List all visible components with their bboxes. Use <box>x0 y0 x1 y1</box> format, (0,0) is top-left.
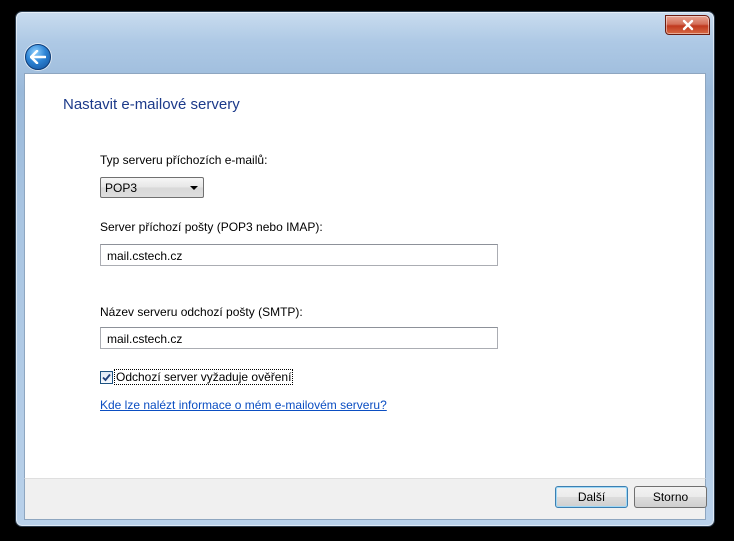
footer-bar: Další Storno <box>24 478 707 520</box>
auth-required-checkbox[interactable] <box>100 371 113 384</box>
help-link[interactable]: Kde lze nalézt informace o mém e-mailové… <box>100 398 387 412</box>
incoming-type-select[interactable]: POP3 <box>100 177 204 198</box>
dialog-window: Nastavit e-mailové servery Typ serveru p… <box>15 11 715 527</box>
checkmark-icon <box>102 373 111 382</box>
next-button[interactable]: Další <box>555 486 628 508</box>
incoming-server-input[interactable]: mail.cstech.cz <box>100 244 498 266</box>
chevron-down-icon <box>190 186 198 190</box>
close-x-icon <box>682 19 693 31</box>
auth-required-label[interactable]: Odchozí server vyžaduje ověření <box>113 369 294 385</box>
content-area: Nastavit e-mailové servery Typ serveru p… <box>24 73 706 479</box>
close-button[interactable] <box>665 15 710 35</box>
incoming-type-label: Typ serveru příchozích e-mailů: <box>100 153 268 167</box>
cancel-button[interactable]: Storno <box>634 486 707 508</box>
back-button[interactable] <box>25 44 51 70</box>
incoming-type-value: POP3 <box>105 181 138 195</box>
incoming-server-label: Server příchozí pošty (POP3 nebo IMAP): <box>100 220 323 234</box>
page-title: Nastavit e-mailové servery <box>63 96 240 113</box>
outgoing-server-input[interactable]: mail.cstech.cz <box>100 327 498 349</box>
outgoing-server-label: Název serveru odchozí pošty (SMTP): <box>100 305 303 319</box>
back-arrow-icon <box>30 50 46 64</box>
